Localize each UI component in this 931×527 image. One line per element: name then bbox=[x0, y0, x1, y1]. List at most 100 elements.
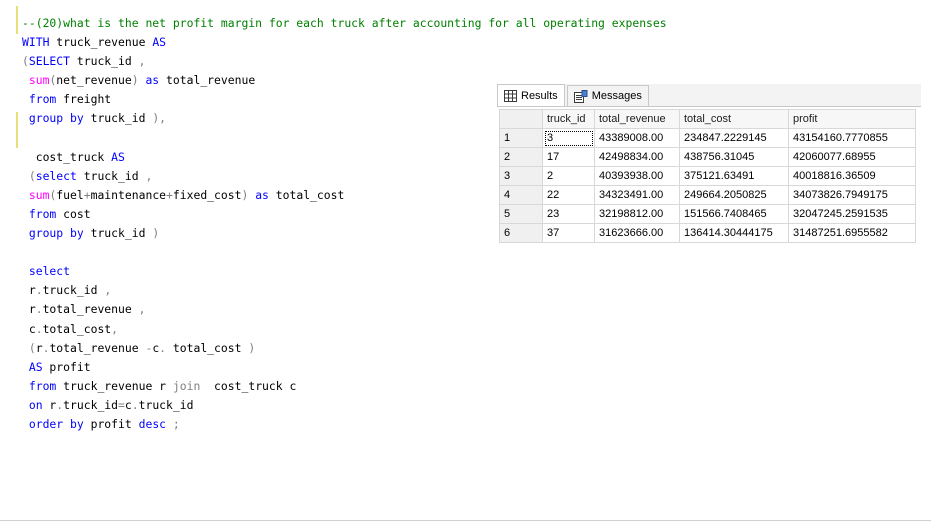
sql-identifier: profit bbox=[83, 416, 139, 431]
table-cell[interactable]: 31623666.00 bbox=[594, 223, 680, 243]
change-marker bbox=[16, 112, 18, 148]
table-cell[interactable]: 43154160.7770855 bbox=[788, 128, 916, 148]
sql-identifier: truck_id bbox=[138, 397, 194, 412]
column-header[interactable]: truck_id bbox=[542, 109, 595, 129]
table-cell[interactable]: 32047245.2591535 bbox=[788, 204, 916, 224]
sql-operator: ) bbox=[131, 73, 139, 88]
table-cell[interactable]: 249664.2050825 bbox=[679, 185, 789, 205]
table-cell[interactable]: 2 bbox=[542, 166, 595, 186]
sql-identifier: r bbox=[22, 302, 36, 317]
table-row[interactable]: 4 22 34323491.00 249664.2050825 34073826.794… bbox=[499, 185, 916, 205]
table-cell[interactable]: 234847.2229145 bbox=[679, 128, 789, 148]
row-number[interactable]: 4 bbox=[499, 185, 543, 205]
divider bbox=[0, 520, 931, 521]
code-line: (SELECT truck_id , bbox=[22, 52, 662, 71]
sql-keyword: from bbox=[28, 206, 57, 221]
sql-operator: . bbox=[159, 340, 167, 355]
sql-operator: = bbox=[118, 397, 125, 412]
sql-identifier: cost bbox=[56, 206, 91, 221]
column-header[interactable]: total_revenue bbox=[594, 109, 680, 129]
sql-identifier: total_revenue bbox=[49, 340, 146, 355]
table-cell[interactable]: 32198812.00 bbox=[594, 204, 680, 224]
sql-keyword: desc bbox=[138, 416, 167, 431]
sql-operator: ; bbox=[166, 416, 180, 431]
sql-keyword: SELECT bbox=[28, 54, 71, 69]
table-cell[interactable]: 40018816.36509 bbox=[788, 166, 916, 186]
table-cell[interactable]: 22 bbox=[542, 185, 595, 205]
table-row[interactable]: 6 37 31623666.00 136414.30444175 31487251.69… bbox=[499, 223, 916, 243]
row-number[interactable]: 1 bbox=[499, 128, 543, 148]
table-cell[interactable]: 151566.7408465 bbox=[679, 204, 789, 224]
sql-keyword: AS bbox=[28, 359, 43, 374]
sql-identifier bbox=[22, 417, 29, 431]
change-marker bbox=[16, 6, 18, 34]
sql-comment: --(20)what is the net profit margin for … bbox=[22, 16, 667, 30]
sql-identifier: c bbox=[22, 321, 36, 336]
row-number[interactable]: 3 bbox=[499, 166, 543, 186]
table-cell[interactable]: 438756.31045 bbox=[679, 147, 789, 167]
table-cell[interactable]: 23 bbox=[542, 204, 595, 224]
table-cell[interactable]: 43389008.00 bbox=[594, 128, 680, 148]
column-header[interactable]: total_cost bbox=[679, 109, 789, 129]
column-header[interactable]: profit bbox=[788, 109, 916, 129]
sql-identifier: r bbox=[22, 283, 36, 298]
sql-identifier: freight bbox=[56, 92, 112, 107]
sql-keyword: group by bbox=[28, 111, 84, 126]
row-number[interactable]: 6 bbox=[499, 223, 543, 243]
table-cell[interactable]: 31487251.6955582 bbox=[788, 223, 916, 243]
results-tabbar: Results Messages bbox=[497, 84, 921, 107]
table-cell[interactable]: 3 bbox=[542, 128, 595, 148]
code-line: AS profit bbox=[22, 358, 662, 377]
tab-results[interactable]: Results bbox=[497, 84, 565, 106]
table-cell[interactable]: 17 bbox=[542, 147, 595, 167]
table-row[interactable]: 3 2 40393938.00 375121.63491 40018816.36509 bbox=[499, 166, 916, 186]
sql-operator: . bbox=[131, 397, 139, 412]
sql-keyword: AS bbox=[152, 35, 167, 50]
sql-identifier: r bbox=[35, 340, 43, 355]
sql-operator: . bbox=[35, 283, 43, 298]
table-cell[interactable]: 42060077.68955 bbox=[788, 147, 916, 167]
sql-identifier: truck_id bbox=[76, 168, 146, 183]
sql-identifier: truck_revenue r bbox=[56, 378, 173, 393]
sql-identifier: truck_id bbox=[63, 397, 119, 412]
sql-operator: , bbox=[111, 321, 119, 336]
table-cell[interactable]: 136414.30444175 bbox=[679, 223, 789, 243]
sql-keyword: order by bbox=[28, 416, 84, 431]
code-line: r.truck_id , bbox=[22, 281, 662, 300]
sql-operator: ) bbox=[248, 340, 256, 355]
code-line: (r.total_revenue -c. total_cost ) bbox=[22, 339, 662, 358]
table-cell[interactable]: 375121.63491 bbox=[679, 166, 789, 186]
results-grid[interactable]: truck_id total_revenue total_cost profit… bbox=[499, 109, 916, 243]
table-cell[interactable]: 34323491.00 bbox=[594, 185, 680, 205]
sql-keyword: from bbox=[28, 92, 57, 107]
table-row[interactable]: 5 23 32198812.00 151566.7408465 32047245.259… bbox=[499, 204, 916, 224]
sql-identifier bbox=[22, 264, 29, 278]
table-row[interactable]: 2 17 42498834.00 438756.31045 42060077.68955 bbox=[499, 147, 916, 167]
grid-icon bbox=[504, 89, 517, 102]
sql-identifier bbox=[22, 73, 29, 87]
sql-identifier: fixed_cost bbox=[172, 187, 242, 202]
table-cell[interactable]: 37 bbox=[542, 223, 595, 243]
table-cell[interactable]: 34073826.7949175 bbox=[788, 185, 916, 205]
sql-identifier: truck_id bbox=[42, 283, 105, 298]
row-number[interactable]: 2 bbox=[499, 147, 543, 167]
table-cell[interactable]: 42498834.00 bbox=[594, 147, 680, 167]
sql-identifier bbox=[22, 92, 29, 106]
row-number[interactable]: 5 bbox=[499, 204, 543, 224]
tab-messages-label: Messages bbox=[591, 90, 642, 102]
sql-identifier bbox=[22, 207, 29, 221]
sql-identifier: total_cost bbox=[268, 187, 345, 202]
sql-identifier bbox=[22, 111, 29, 125]
tab-messages[interactable]: Messages bbox=[566, 85, 649, 106]
code-line: --(20)what is the net profit margin for … bbox=[22, 14, 667, 33]
table-cell[interactable]: 40393938.00 bbox=[594, 166, 680, 186]
sql-identifier: truck_id bbox=[70, 54, 139, 69]
row-header-corner[interactable] bbox=[499, 109, 543, 129]
sql-identifier: maintenance bbox=[90, 187, 167, 202]
tab-results-label: Results bbox=[521, 89, 558, 102]
sql-keyword: AS bbox=[111, 149, 125, 164]
sql-identifier: profit bbox=[42, 359, 91, 374]
sql-identifier: fuel bbox=[56, 187, 84, 202]
sql-identifier: c bbox=[124, 397, 132, 412]
table-row[interactable]: 1 3 43389008.00 234847.2229145 43154160.7770… bbox=[499, 128, 916, 148]
